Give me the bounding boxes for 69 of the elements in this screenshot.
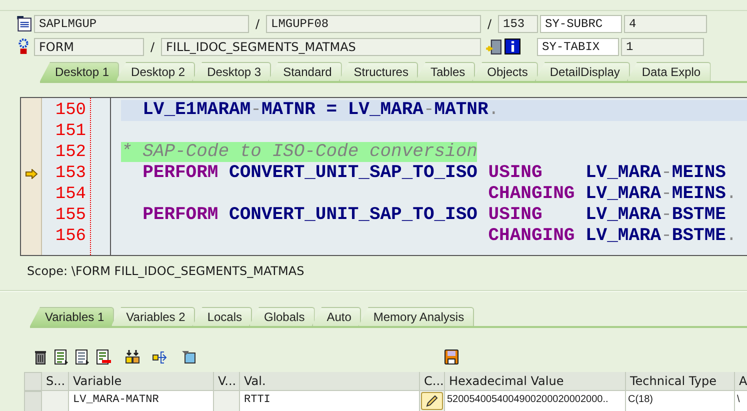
arrow-tree-icon[interactable] bbox=[152, 349, 167, 365]
column-header[interactable]: Variable bbox=[69, 372, 214, 391]
column-header[interactable]: A bbox=[735, 372, 747, 391]
arrow-icon bbox=[24, 168, 38, 178]
tab[interactable]: Variables 2 bbox=[111, 307, 196, 326]
table-cell: 5200540054004900200020002000.. bbox=[445, 391, 626, 411]
table-cell: C(18) bbox=[626, 391, 735, 411]
tab[interactable]: Objects bbox=[472, 62, 538, 81]
list-icon[interactable] bbox=[54, 349, 69, 365]
list-icon[interactable] bbox=[75, 349, 90, 365]
line-number: 155 bbox=[54, 205, 87, 226]
column-header[interactable]: S... bbox=[42, 372, 69, 391]
code-line: PERFORM CONVERT_UNIT_SAP_TO_ISO USING LV_MARA-MEINS bbox=[142, 163, 727, 184]
separator: / bbox=[254, 16, 261, 30]
column-header[interactable]: Technical Type bbox=[626, 372, 735, 391]
tab[interactable]: Desktop 2 bbox=[116, 62, 196, 81]
list-delete-icon[interactable] bbox=[96, 349, 111, 365]
line-number: 153 bbox=[54, 163, 87, 184]
tab[interactable]: Tables bbox=[415, 62, 476, 81]
column-header[interactable]: Val. bbox=[240, 372, 420, 391]
line-number: 150 bbox=[54, 100, 87, 121]
system-field-name[interactable]: SY-TABIX bbox=[537, 38, 619, 56]
line-number: 152 bbox=[54, 142, 87, 163]
separator: / bbox=[149, 40, 156, 54]
code-line: CHANGING LV_MARA-MEINS. bbox=[487, 184, 738, 205]
event-type-field[interactable]: FORM bbox=[34, 38, 144, 56]
table-cell bbox=[214, 391, 240, 411]
tab[interactable]: Desktop 3 bbox=[192, 62, 272, 81]
source-code-icon bbox=[15, 15, 32, 32]
split-icon[interactable] bbox=[125, 349, 140, 365]
tab[interactable]: Structures bbox=[338, 62, 418, 81]
info-icon[interactable] bbox=[504, 38, 521, 55]
code-line: CHANGING LV_MARA-BSTME. bbox=[487, 226, 738, 247]
tab[interactable]: Variables 1 bbox=[30, 307, 114, 326]
table-cell: \ bbox=[735, 391, 747, 411]
line-number: 156 bbox=[54, 226, 87, 247]
program-field[interactable]: SAPLMGUP bbox=[34, 14, 249, 32]
code-line: PERFORM CONVERT_UNIT_SAP_TO_ISO USING LV_MARA-BSTME bbox=[142, 205, 727, 226]
column-header[interactable]: V... bbox=[214, 372, 240, 391]
filter-icon[interactable] bbox=[181, 349, 196, 365]
tab[interactable]: Data Explo bbox=[626, 62, 711, 81]
tab[interactable]: Memory Analysis bbox=[358, 307, 474, 326]
column-header[interactable]: Hexadecimal Value bbox=[445, 372, 626, 391]
include-field[interactable]: LMGUPF08 bbox=[266, 14, 481, 32]
pencil-icon bbox=[425, 394, 439, 408]
trash-icon[interactable] bbox=[33, 349, 48, 365]
system-field-value[interactable]: 1 bbox=[621, 38, 704, 56]
separator: / bbox=[486, 16, 493, 30]
tab[interactable]: Desktop 1 bbox=[40, 62, 120, 81]
column-header[interactable]: C... bbox=[420, 372, 445, 391]
edit-button[interactable] bbox=[421, 392, 443, 410]
tab[interactable]: Standard bbox=[268, 62, 342, 81]
tab[interactable]: Locals bbox=[192, 307, 252, 326]
line-number: 154 bbox=[54, 184, 87, 205]
system-field-value[interactable]: 4 bbox=[624, 14, 707, 32]
table-cell bbox=[42, 391, 69, 411]
table-cell: LV_MARA-MATNR bbox=[69, 391, 214, 411]
line-field[interactable]: 153 bbox=[498, 14, 538, 32]
tab[interactable]: DetailDisplay bbox=[534, 62, 630, 81]
save-icon[interactable] bbox=[444, 349, 459, 365]
display-object-icon[interactable] bbox=[485, 38, 502, 55]
system-field-name[interactable]: SY-SUBRC bbox=[540, 14, 622, 32]
select-all-cell[interactable] bbox=[24, 372, 42, 391]
line-number: 151 bbox=[54, 121, 87, 142]
event-name-field[interactable]: FILL_IDOC_SEGMENTS_MATMAS bbox=[161, 38, 481, 56]
scope-label: Scope: \FORM FILL_IDOC_SEGMENTS_MATMAS bbox=[26, 263, 306, 280]
tab[interactable]: Auto bbox=[312, 307, 362, 326]
tab[interactable]: Globals bbox=[249, 307, 315, 326]
table-cell: RTTI bbox=[240, 391, 420, 411]
